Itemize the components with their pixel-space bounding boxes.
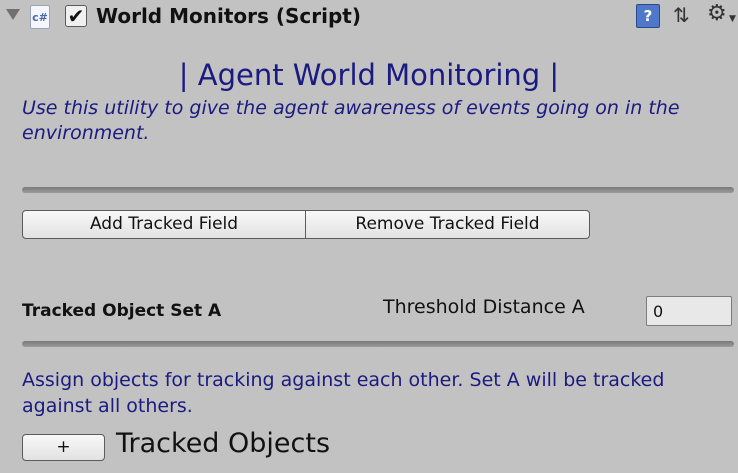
utility-description: Use this utility to give the agent aware…	[22, 97, 680, 144]
tracked-objects-label: Tracked Objects	[116, 428, 331, 459]
remove-tracked-field-button[interactable]: Remove Tracked Field	[306, 210, 590, 239]
add-tracked-object-button[interactable]: +	[22, 434, 105, 461]
foldout-arrow-icon[interactable]	[6, 9, 20, 20]
page-title: | Agent World Monitoring |	[178, 58, 560, 92]
separator	[22, 341, 734, 347]
gear-dropdown-arrow-icon[interactable]: ▼	[729, 14, 736, 24]
add-tracked-field-button[interactable]: Add Tracked Field	[22, 210, 306, 239]
component-title: World Monitors (Script)	[96, 4, 361, 28]
preset-icon[interactable]: ⇅	[673, 3, 690, 27]
component-enabled-checkbox[interactable]: ✔	[65, 5, 87, 27]
threshold-distance-a-label: Threshold Distance A	[383, 296, 585, 318]
separator	[22, 187, 734, 193]
tracking-description: Assign objects for tracking against each…	[22, 369, 665, 417]
tracked-field-button-group: Add Tracked Field Remove Tracked Field	[22, 210, 590, 239]
csharp-script-icon: c#	[30, 5, 50, 29]
threshold-distance-a-field[interactable]	[646, 296, 732, 326]
component-header: c# ✔ World Monitors (Script) ? ⇅ ⚙ ▼	[0, 0, 738, 34]
help-icon[interactable]: ?	[636, 4, 660, 28]
tracked-object-set-a-label: Tracked Object Set A	[22, 301, 222, 321]
gear-icon[interactable]: ⚙	[707, 2, 727, 26]
